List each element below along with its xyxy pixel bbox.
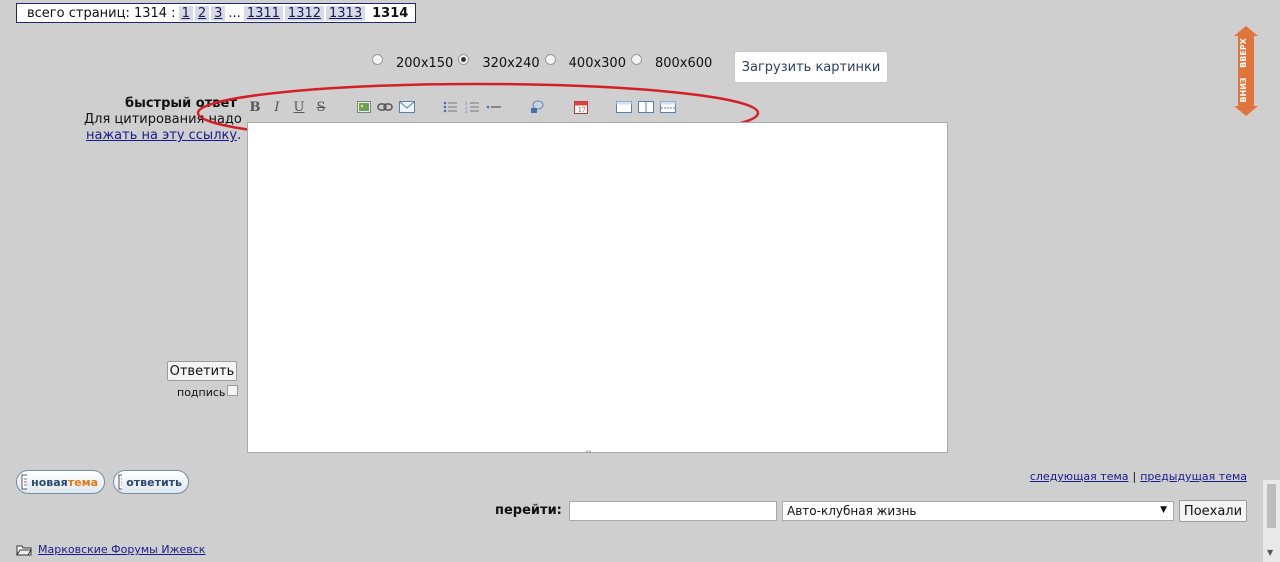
upload-images-button[interactable]: Загрузить картинки <box>734 51 888 83</box>
pagination: всего страниц: 1314 : 1 2 3 ... 1311 131… <box>16 3 417 23</box>
breadcrumb: Марковские Форумы Ижевск <box>16 543 205 556</box>
two-column-icon[interactable] <box>638 99 654 115</box>
size-radio-400x300[interactable] <box>544 54 556 65</box>
size-label: 320x240 <box>482 56 540 71</box>
textarea-bottom-grip-icon[interactable]: '''' <box>585 450 592 460</box>
strikethrough-icon[interactable]: S <box>313 99 329 115</box>
svg-text:3: 3 <box>465 109 468 113</box>
size-option-320x240[interactable]: 320x240 <box>458 54 540 71</box>
page-link-2[interactable]: 2 <box>194 5 210 21</box>
page-link-1311[interactable]: 1311 <box>243 5 283 21</box>
size-radio-320x240[interactable] <box>458 54 470 65</box>
goto-label: перейти: <box>495 503 562 518</box>
signature-label: подпись <box>177 386 226 399</box>
table-icon[interactable] <box>660 99 676 115</box>
image-size-options: 200x150 320x240 400x300 800x600 <box>372 54 717 71</box>
page-link-3[interactable]: 3 <box>211 5 226 21</box>
scroll-down-button[interactable]: ВНИЗ <box>1234 70 1258 116</box>
svg-text:17: 17 <box>578 107 586 114</box>
answer-button[interactable]: Ответить <box>167 361 237 381</box>
pagination-label: всего страниц: 1314 : <box>27 5 176 21</box>
next-topic-link[interactable]: следующая тема <box>1030 470 1129 483</box>
quote-note: Для цитирования надо <box>84 112 242 127</box>
size-radio-200x150[interactable] <box>372 54 383 65</box>
size-label: 200x150 <box>396 56 454 71</box>
scroll-up-label: ВВЕРХ <box>1239 37 1248 68</box>
bullet-list-icon[interactable] <box>442 99 458 115</box>
size-option-800x600[interactable]: 800x600 <box>630 54 713 71</box>
topic-navigation: следующая тема | предыдущая тема <box>1030 470 1247 483</box>
numbered-list-icon[interactable]: 123 <box>464 99 480 115</box>
go-button[interactable]: Поехали <box>1179 500 1247 522</box>
document-icon <box>118 474 123 490</box>
scroll-down-arrow-icon[interactable]: ▼ <box>1267 548 1273 557</box>
signature-checkbox[interactable] <box>227 385 238 396</box>
page-scrollbar[interactable]: ▼ <box>1263 480 1280 562</box>
prev-topic-link[interactable]: предыдущая тема <box>1140 470 1247 483</box>
quote-link-suffix: . <box>237 128 242 143</box>
link-icon[interactable] <box>377 99 393 115</box>
quote-link[interactable]: нажать на эту ссылку <box>86 128 237 143</box>
forum-select-value: Авто-клубная жизнь <box>787 504 917 518</box>
topic-nav-separator: | <box>1132 470 1137 483</box>
size-label: 400x300 <box>568 56 626 71</box>
email-icon[interactable] <box>399 99 415 115</box>
quote-link-line: нажать на эту ссылку. <box>86 128 241 143</box>
size-option-200x150[interactable]: 200x150 <box>372 54 454 71</box>
calendar-icon[interactable]: 17 <box>573 99 589 115</box>
reply-label: ответить <box>126 475 182 489</box>
new-topic-accent: тема <box>67 475 98 489</box>
page-link-1[interactable]: 1 <box>178 5 193 21</box>
scroll-up-button[interactable]: ВВЕРХ <box>1234 26 1258 70</box>
new-topic-button[interactable]: новая тема <box>16 470 105 494</box>
pagination-ellipsis: ... <box>228 5 241 21</box>
quick-reply-title: быстрый ответ <box>125 96 237 111</box>
forum-select[interactable]: Авто-клубная жизнь ▼ <box>782 501 1174 521</box>
breadcrumb-forum-link[interactable]: Марковские Форумы Ижевск <box>38 543 205 556</box>
image-icon[interactable] <box>356 99 372 115</box>
scroll-down-label: ВНИЗ <box>1239 77 1248 102</box>
new-topic-label: новая <box>31 475 68 489</box>
spoiler-icon[interactable] <box>529 99 545 115</box>
page-link-1313[interactable]: 1313 <box>326 5 366 21</box>
folder-icon <box>16 545 32 555</box>
goto-input[interactable] <box>569 501 777 521</box>
page-link-1312[interactable]: 1312 <box>284 5 325 21</box>
horizontal-rule-icon[interactable] <box>486 99 502 115</box>
document-icon <box>21 474 28 490</box>
size-option-400x300[interactable]: 400x300 <box>544 54 626 71</box>
underline-icon[interactable]: U <box>291 99 307 115</box>
quote-box-icon[interactable] <box>616 99 632 115</box>
size-radio-800x600[interactable] <box>630 54 642 65</box>
italic-icon[interactable]: I <box>269 99 285 115</box>
bold-icon[interactable]: B <box>247 99 263 115</box>
size-label: 800x600 <box>654 56 713 71</box>
reply-button[interactable]: ответить <box>113 470 189 494</box>
reply-textarea[interactable] <box>247 122 948 453</box>
chevron-down-icon: ▼ <box>1160 505 1167 515</box>
current-page: 1314 <box>372 5 409 21</box>
scrollbar-thumb[interactable] <box>1267 484 1276 528</box>
